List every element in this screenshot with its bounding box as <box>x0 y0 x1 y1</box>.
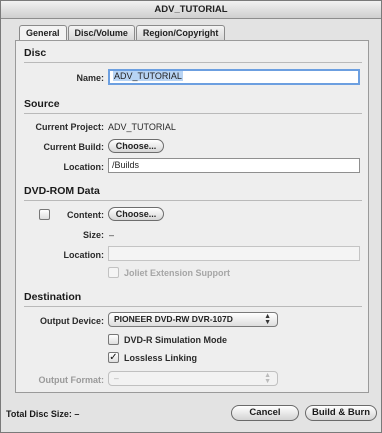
source-section-heading: Source <box>24 98 362 114</box>
build-and-burn-button[interactable]: Build & Burn <box>305 405 377 421</box>
current-build-label: Current Build: <box>43 142 105 152</box>
output-format-popup[interactable]: – ▲ ▼ <box>108 371 278 386</box>
tab-general[interactable]: General <box>19 25 67 41</box>
current-project-value: ADV_TUTORIAL <box>108 122 176 132</box>
content-choose-button[interactable]: Choose... <box>108 207 164 221</box>
disc-name-field[interactable]: ADV_TUTORIAL <box>108 69 360 85</box>
checkmark-icon: ✓ <box>109 352 118 363</box>
simulation-mode-label: DVD-R Simulation Mode <box>124 335 227 345</box>
output-device-label: Output Device: <box>39 316 104 326</box>
burn-dialog-window: ADV_TUTORIAL General Disc/Volume Region/… <box>0 0 382 433</box>
simulation-mode-checkbox[interactable] <box>108 334 119 345</box>
window-title: ADV_TUTORIAL <box>1 1 381 19</box>
total-disc-size-value: – <box>74 409 80 419</box>
current-build-choose-button[interactable]: Choose... <box>108 139 164 153</box>
output-device-value: PIONEER DVD-RW DVR-107D <box>114 314 233 324</box>
output-format-value: – <box>114 373 119 383</box>
lossless-linking-label: Lossless Linking <box>124 353 198 363</box>
output-format-label: Output Format: <box>38 375 105 385</box>
disc-name-value: ADV_TUTORIAL <box>113 71 183 81</box>
size-label: Size: <box>82 230 104 240</box>
updown-arrows-icon: ▲ ▼ <box>264 372 271 385</box>
current-project-label: Current Project: <box>35 122 104 132</box>
tab-region-copyright[interactable]: Region/Copyright <box>135 25 226 41</box>
lossless-linking-checkbox[interactable]: ✓ <box>108 352 119 363</box>
general-panel: Disc Name: ADV_TUTORIAL Source Current P… <box>15 40 369 393</box>
source-location-field[interactable]: /Builds <box>108 158 360 173</box>
total-disc-size: Total Disc Size: – <box>6 409 79 419</box>
destination-section-heading: Destination <box>24 291 362 307</box>
cancel-button[interactable]: Cancel <box>231 405 299 421</box>
output-device-popup[interactable]: PIONEER DVD-RW DVR-107D ▲ ▼ <box>108 312 278 327</box>
tab-disc-volume[interactable]: Disc/Volume <box>67 25 135 41</box>
total-disc-size-label: Total Disc Size: <box>6 409 72 419</box>
dvd-rom-location-label: Location: <box>63 250 105 260</box>
dvd-rom-section-heading: DVD-ROM Data <box>24 185 362 201</box>
size-value: – <box>109 230 115 240</box>
source-location-label: Location: <box>63 162 105 172</box>
joliet-checkbox[interactable] <box>108 267 119 278</box>
disc-section-heading: Disc <box>24 47 362 63</box>
name-label: Name: <box>76 73 104 83</box>
content-label: Content: <box>67 210 104 220</box>
tab-bar: General Disc/Volume Region/Copyright <box>19 25 226 41</box>
joliet-label: Joliet Extension Support <box>124 268 231 278</box>
updown-arrows-icon: ▲ ▼ <box>264 313 271 326</box>
dvd-rom-location-field[interactable] <box>108 246 360 261</box>
